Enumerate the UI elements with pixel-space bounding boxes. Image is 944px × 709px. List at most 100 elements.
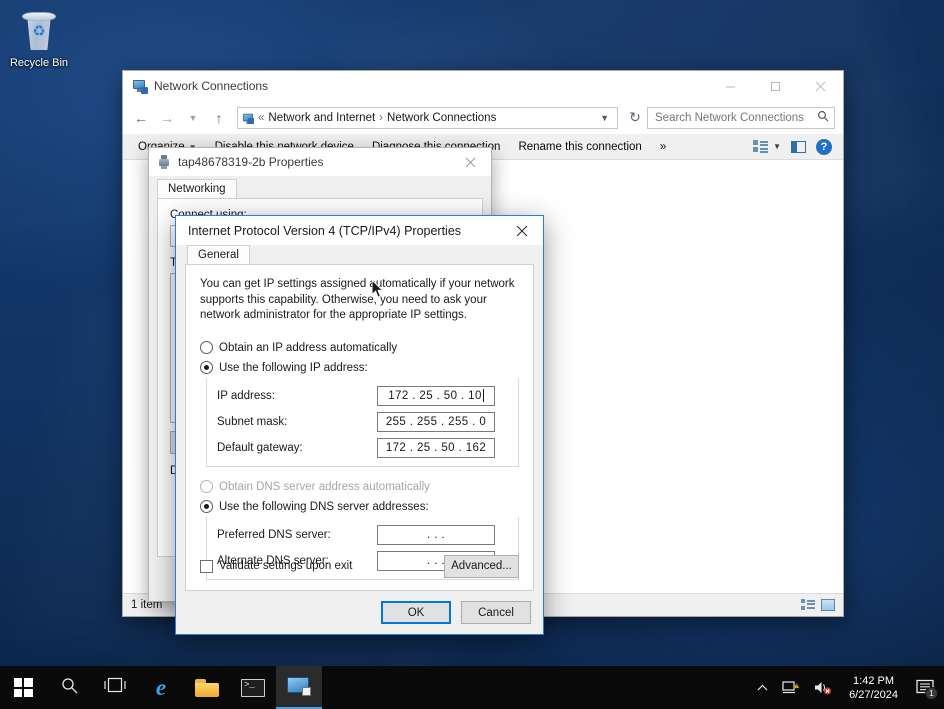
- address-prefix: «: [257, 112, 265, 124]
- taskbar-network-connections-button[interactable]: [276, 666, 322, 709]
- tcpip-dialog-title: Internet Protocol Version 4 (TCP/IPv4) P…: [188, 224, 501, 238]
- use-following-ip-label: Use the following IP address:: [219, 362, 368, 374]
- ip-address-row: IP address: 172 . 25 . 50 . 10: [217, 386, 510, 406]
- radio-button[interactable]: [200, 361, 213, 374]
- network-warning-icon[interactable]: !: [775, 666, 807, 709]
- ip-address-value: 172 . 25 . 50 . 10: [388, 390, 482, 402]
- preview-pane-button[interactable]: [786, 141, 811, 153]
- internet-explorer-icon: e: [156, 676, 166, 699]
- address-bar[interactable]: « Network and Internet › Network Connect…: [237, 107, 618, 129]
- tcpipv4-properties-dialog: Internet Protocol Version 4 (TCP/IPv4) P…: [175, 215, 544, 635]
- intro-text: You can get IP settings assigned automat…: [200, 277, 519, 324]
- change-view-button[interactable]: ▼: [748, 140, 786, 153]
- window-titlebar: Network Connections: [123, 71, 843, 101]
- navigation-bar: ← → ▼ ↑ « Network and Internet › Network…: [123, 101, 843, 134]
- validate-settings-checkbox[interactable]: [200, 560, 213, 573]
- preferred-dns-label: Preferred DNS server:: [217, 529, 377, 541]
- taskbar-internet-explorer-button[interactable]: e: [138, 666, 184, 709]
- use-following-ip-option[interactable]: Use the following IP address:: [200, 358, 519, 378]
- task-view-icon: [104, 677, 126, 698]
- adapter-dialog-titlebar: tap48678319-2b Properties: [149, 148, 491, 176]
- preferred-dns-input[interactable]: . . .: [377, 525, 495, 545]
- advanced-button[interactable]: Advanced...: [444, 555, 519, 578]
- network-adapter-icon: [157, 155, 171, 169]
- large-icons-view-icon: [821, 599, 835, 611]
- radio-button[interactable]: [200, 480, 213, 493]
- task-view-button[interactable]: [92, 666, 138, 709]
- recent-locations-button[interactable]: ▼: [181, 106, 205, 130]
- default-gateway-label: Default gateway:: [217, 442, 377, 454]
- ok-button[interactable]: OK: [381, 601, 451, 624]
- rename-connection-button[interactable]: Rename this connection: [509, 141, 650, 153]
- large-icons-view-button[interactable]: [821, 599, 835, 611]
- search-icon: [817, 110, 829, 125]
- up-button[interactable]: ↑: [207, 106, 231, 130]
- view-options-icon: [753, 140, 768, 153]
- default-gateway-input[interactable]: 172 . 25 . 50 . 162: [377, 438, 495, 458]
- breadcrumb-network-and-internet[interactable]: Network and Internet: [265, 112, 378, 124]
- ip-address-input[interactable]: 172 . 25 . 50 . 10: [377, 386, 495, 406]
- start-button[interactable]: [0, 666, 46, 709]
- refresh-button[interactable]: ↻: [625, 106, 645, 130]
- adapter-dialog-close-button[interactable]: [449, 148, 491, 176]
- subnet-mask-row: Subnet mask: 255 . 255 . 255 . 0: [217, 412, 510, 432]
- system-tray: ! 1:42 PM 6/27/2024 1: [750, 666, 944, 709]
- notification-count-badge: 1: [925, 687, 938, 700]
- obtain-ip-automatically-option[interactable]: Obtain an IP address automatically: [200, 338, 519, 358]
- obtain-ip-automatically-label: Obtain an IP address automatically: [219, 342, 397, 354]
- desktop-icon-recycle-bin[interactable]: ♻ Recycle Bin: [6, 8, 72, 70]
- help-button[interactable]: ?: [811, 139, 837, 155]
- view-dropdown-icon: ▼: [773, 142, 781, 151]
- taskbar-command-prompt-button[interactable]: [230, 666, 276, 709]
- tcpip-dialog-close-button[interactable]: [501, 216, 543, 245]
- text-caret: [483, 389, 484, 402]
- minimize-button[interactable]: [708, 71, 753, 101]
- search-icon: [61, 677, 78, 699]
- back-button[interactable]: ←: [129, 106, 153, 130]
- volume-muted-icon[interactable]: [807, 666, 839, 709]
- network-connections-icon: [132, 78, 148, 94]
- close-button[interactable]: [798, 71, 843, 101]
- help-icon: ?: [816, 139, 832, 155]
- taskbar: e !: [0, 666, 944, 709]
- use-following-dns-option[interactable]: Use the following DNS server addresses:: [200, 497, 519, 517]
- radio-button[interactable]: [200, 341, 213, 354]
- clock-time: 1:42 PM: [849, 674, 898, 688]
- svg-text:!: !: [796, 683, 797, 688]
- breadcrumb-network-connections[interactable]: Network Connections: [384, 112, 499, 124]
- radio-button[interactable]: [200, 500, 213, 513]
- show-hidden-icons-button[interactable]: [750, 666, 775, 709]
- details-view-icon: [801, 599, 815, 611]
- default-gateway-row: Default gateway: 172 . 25 . 50 . 162: [217, 438, 510, 458]
- subnet-mask-input[interactable]: 255 . 255 . 255 . 0: [377, 412, 495, 432]
- ip-address-label: IP address:: [217, 390, 377, 402]
- action-center-button[interactable]: 1: [908, 666, 942, 709]
- tab-networking[interactable]: Networking: [157, 179, 237, 198]
- preview-pane-icon: [791, 141, 806, 153]
- adapter-tabstrip: Networking: [149, 176, 491, 198]
- preferred-dns-row: Preferred DNS server: . . .: [217, 525, 510, 545]
- tcpip-dialog-titlebar: Internet Protocol Version 4 (TCP/IPv4) P…: [176, 216, 543, 245]
- use-following-dns-label: Use the following DNS server addresses:: [219, 501, 429, 513]
- file-explorer-icon: [195, 679, 219, 697]
- taskbar-file-explorer-button[interactable]: [184, 666, 230, 709]
- address-dropdown-icon[interactable]: ▼: [594, 113, 615, 123]
- maximize-button[interactable]: [753, 71, 798, 101]
- taskbar-clock[interactable]: 1:42 PM 6/27/2024: [839, 674, 908, 702]
- obtain-dns-automatically-option[interactable]: Obtain DNS server address automatically: [200, 477, 519, 497]
- cancel-button[interactable]: Cancel: [461, 601, 531, 624]
- windows-start-icon: [14, 678, 33, 697]
- tcpip-pane-bottom-row: Validate settings upon exit Advanced...: [200, 555, 519, 578]
- details-view-button[interactable]: [801, 599, 815, 611]
- tcpip-tabstrip: General: [176, 245, 543, 264]
- forward-button[interactable]: →: [155, 106, 179, 130]
- recycle-bin-label: Recycle Bin: [6, 57, 72, 70]
- search-input-placeholder[interactable]: Search Network Connections: [655, 112, 817, 124]
- search-box[interactable]: Search Network Connections: [647, 107, 835, 129]
- subnet-mask-label: Subnet mask:: [217, 416, 377, 428]
- toolbar-overflow-button[interactable]: »: [651, 141, 675, 153]
- command-prompt-icon: [241, 679, 265, 697]
- taskbar-search-button[interactable]: [46, 666, 92, 709]
- validate-settings-label: Validate settings upon exit: [219, 560, 352, 572]
- tab-general[interactable]: General: [187, 245, 250, 264]
